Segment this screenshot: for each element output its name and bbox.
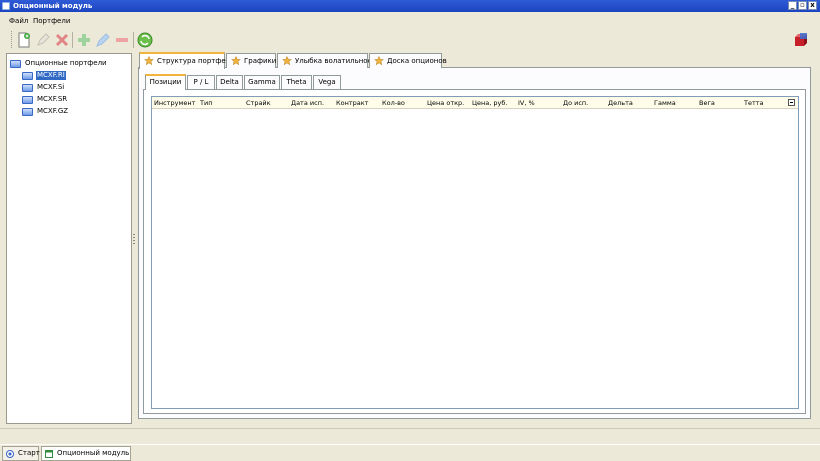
portfolio-tree: Опционные портфели MCXF.RI MCXF.Si MCXF.… bbox=[6, 53, 132, 424]
column-header-days-to-expiry[interactable]: До исп. bbox=[563, 99, 588, 107]
app-icon bbox=[2, 2, 10, 10]
tree-root-label: Опционные портфели bbox=[25, 59, 107, 67]
column-header-iv[interactable]: IV, % bbox=[518, 99, 535, 107]
tab-charts[interactable]: Графики bbox=[226, 53, 276, 68]
tab-label: Доска опционов bbox=[387, 57, 447, 65]
tree-item-mcxf-ri[interactable]: MCXF.RI bbox=[22, 71, 66, 81]
folder-icon bbox=[22, 107, 33, 116]
subtab-gamma[interactable]: Gamma bbox=[244, 75, 280, 89]
menu-portfolios[interactable]: Портфели bbox=[33, 17, 70, 25]
tab-options-board[interactable]: Доска опционов bbox=[369, 53, 447, 68]
window-title: Опционный модуль bbox=[13, 2, 93, 10]
star-icon bbox=[144, 56, 154, 66]
menu-file[interactable]: Файл bbox=[9, 17, 28, 25]
tree-item-mcxf-si[interactable]: MCXF.Si bbox=[22, 83, 65, 93]
tab-label: Улыбка волатильности bbox=[295, 57, 381, 65]
subtab-pl[interactable]: P / L bbox=[187, 75, 215, 89]
folder-icon bbox=[22, 83, 33, 92]
folder-icon bbox=[10, 59, 21, 68]
start-label: Старт bbox=[18, 449, 40, 457]
subtab-theta[interactable]: Theta bbox=[281, 75, 312, 89]
new-document-icon[interactable] bbox=[16, 32, 32, 48]
column-header-delta[interactable]: Дельта bbox=[608, 99, 633, 107]
column-header-theta[interactable]: Тетта bbox=[744, 99, 764, 107]
column-header-quantity[interactable]: Кол-во bbox=[382, 99, 405, 107]
refresh-icon[interactable] bbox=[137, 32, 153, 48]
star-icon bbox=[282, 56, 292, 66]
minimize-button[interactable]: _ bbox=[788, 1, 797, 10]
column-header-contract[interactable]: Контракт bbox=[336, 99, 368, 107]
app-window-icon bbox=[45, 450, 53, 458]
column-header-strike[interactable]: Страйк bbox=[246, 99, 271, 107]
delete-x-icon[interactable] bbox=[54, 32, 70, 48]
tree-item-label: MCXF.SR bbox=[37, 95, 68, 103]
grid-header: Инструмент Тип Страйк Дата исп. Контракт… bbox=[152, 97, 798, 109]
toolbar-separator bbox=[133, 32, 134, 48]
edit-pencil-icon[interactable] bbox=[35, 32, 51, 48]
taskbar: Старт Опционный модуль bbox=[0, 444, 820, 461]
tree-item-mcxf-gz[interactable]: MCXF.GZ bbox=[22, 107, 69, 117]
column-header-expiry-date[interactable]: Дата исп. bbox=[291, 99, 324, 107]
tab-portfolio-structure[interactable]: Структура портфеля bbox=[139, 52, 234, 69]
tree-root[interactable]: Опционные портфели bbox=[10, 59, 108, 69]
menu-bar: Файл Портфели bbox=[0, 16, 820, 27]
remove-minus-icon[interactable] bbox=[114, 32, 130, 48]
start-button[interactable]: Старт bbox=[2, 446, 40, 461]
star-icon bbox=[231, 56, 241, 66]
toolbar-grip[interactable] bbox=[11, 31, 13, 48]
splitter-handle[interactable] bbox=[133, 234, 135, 244]
subtab-delta[interactable]: Delta bbox=[216, 75, 243, 89]
tab-label: Структура портфеля bbox=[157, 57, 235, 65]
tab-volatility-smile[interactable]: Улыбка волатильности bbox=[277, 53, 380, 68]
taskbar-item-options-module[interactable]: Опционный модуль bbox=[41, 446, 131, 461]
column-header-type[interactable]: Тип bbox=[200, 99, 212, 107]
column-header-vega[interactable]: Вега bbox=[699, 99, 715, 107]
tree-item-mcxf-sr[interactable]: MCXF.SR bbox=[22, 95, 68, 105]
folder-icon bbox=[22, 71, 33, 80]
column-header-instrument[interactable]: Инструмент bbox=[154, 99, 195, 107]
toolbar-separator bbox=[72, 32, 73, 48]
restore-button[interactable]: ▫ bbox=[798, 1, 807, 10]
edit-icon[interactable] bbox=[95, 32, 111, 48]
add-plus-icon[interactable] bbox=[76, 32, 92, 48]
folder-icon bbox=[22, 95, 33, 104]
column-header-open-price[interactable]: Цена откр. bbox=[427, 99, 464, 107]
tree-item-label: MCXF.Si bbox=[37, 83, 65, 91]
red-cube-icon[interactable] bbox=[794, 33, 808, 47]
subtab-positions[interactable]: Позиции bbox=[145, 74, 186, 90]
column-header-gamma[interactable]: Гамма bbox=[654, 99, 676, 107]
title-bar: Опционный модуль _ ▫ x bbox=[0, 0, 820, 12]
subtab-vega[interactable]: Vega bbox=[313, 75, 341, 89]
column-chooser-icon[interactable] bbox=[788, 99, 795, 106]
column-header-price-rub[interactable]: Цена, руб. bbox=[472, 99, 507, 107]
toolbar bbox=[0, 29, 820, 51]
tree-item-label: MCXF.RI bbox=[36, 71, 66, 80]
tree-item-label: MCXF.GZ bbox=[37, 107, 69, 115]
close-button[interactable]: x bbox=[808, 1, 817, 10]
positions-grid[interactable]: Инструмент Тип Страйк Дата исп. Контракт… bbox=[151, 96, 799, 409]
tab-label: Графики bbox=[244, 57, 277, 65]
start-icon bbox=[6, 450, 14, 458]
star-icon bbox=[374, 56, 384, 66]
taskbar-item-label: Опционный модуль bbox=[57, 449, 130, 457]
status-bar bbox=[0, 428, 820, 442]
